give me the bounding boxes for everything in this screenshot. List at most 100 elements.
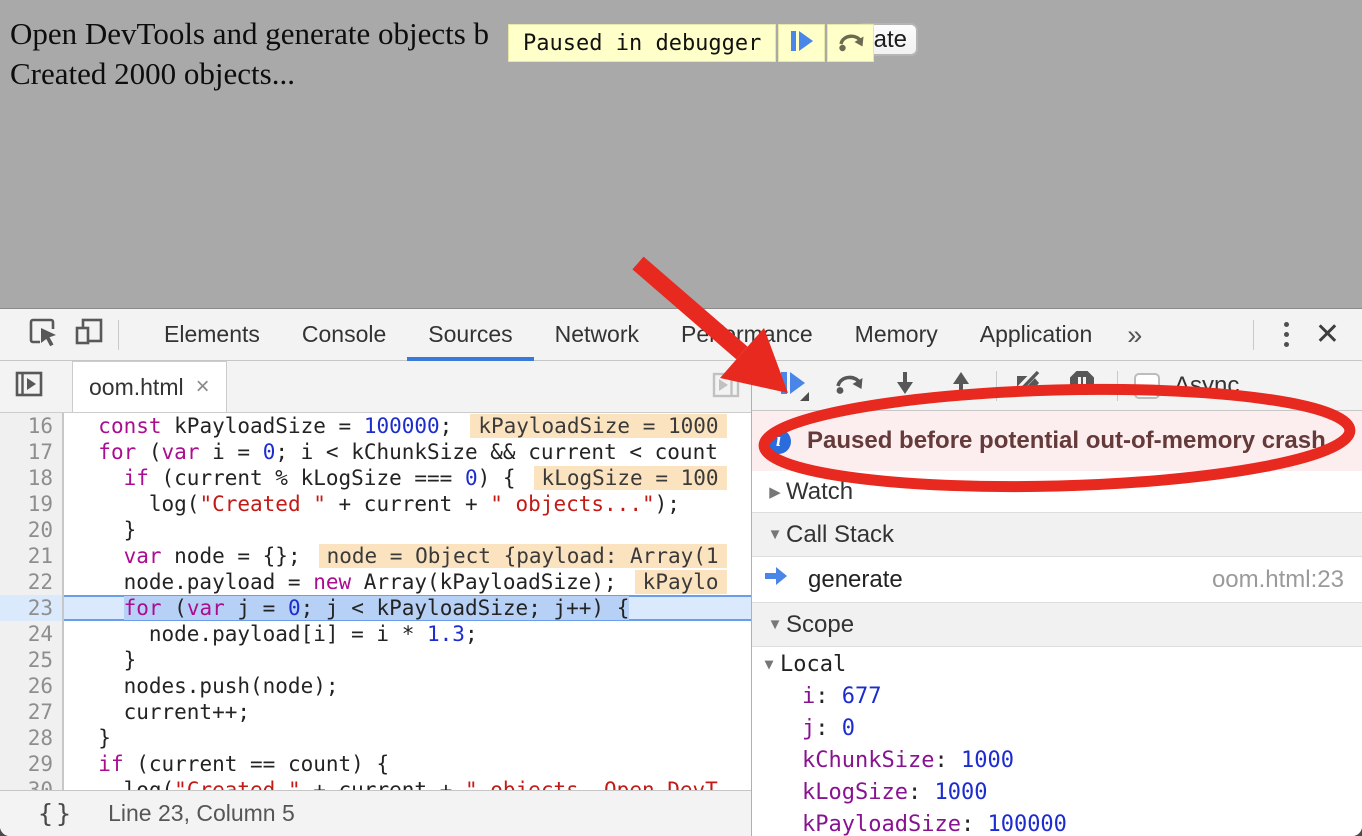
tab-performance[interactable]: Performance (660, 309, 834, 361)
chevron-right-icon[interactable]: ▶ (764, 483, 786, 501)
inspect-cursor-icon (27, 316, 59, 353)
close-devtools-button[interactable]: ✕ (1307, 311, 1362, 359)
inline-eval-hint: kPaylo (635, 570, 727, 594)
code-text[interactable]: var node = {};node = Object {payload: Ar… (64, 543, 751, 569)
code-text[interactable]: node.payload = new Array(kPayloadSize);k… (64, 569, 751, 595)
line-number-gutter[interactable]: 20 (0, 517, 64, 543)
scope-group-local[interactable]: ▼Local (752, 647, 1362, 681)
scope-variable-j[interactable]: j: 0 (752, 713, 1362, 745)
toggle-device-toolbar-button[interactable] (72, 318, 106, 352)
inline-eval-hint: kLogSize = 100 (534, 466, 727, 490)
code-text[interactable]: log("Created " + current + " objects..."… (64, 491, 751, 517)
step-into-button[interactable] (888, 369, 922, 403)
file-tab-oom-html[interactable]: oom.html × (72, 361, 227, 412)
scope-section-title: Scope (786, 611, 854, 639)
scope-section-header[interactable]: ▼ Scope (752, 603, 1362, 647)
line-number-gutter[interactable]: 27 (0, 699, 64, 725)
file-tab-title: oom.html (89, 374, 184, 401)
line-number-gutter[interactable]: 17 (0, 439, 64, 465)
call-stack-frame[interactable]: generate oom.html:23 (752, 557, 1362, 603)
deactivate-breakpoints-icon (1012, 367, 1044, 404)
code-text[interactable]: if (current == count) { (64, 751, 751, 777)
code-text[interactable]: const kPayloadSize = 100000;kPayloadSize… (64, 413, 751, 439)
code-line-17: 17 for (var i = 0; i < kChunkSize && cur… (0, 439, 751, 465)
toast-resume-button[interactable] (778, 24, 825, 62)
tab-console[interactable]: Console (281, 309, 407, 361)
step-out-button[interactable] (944, 369, 978, 403)
line-number-gutter[interactable]: 18 (0, 465, 64, 491)
pretty-print-button[interactable]: {} (38, 799, 74, 828)
tab-application[interactable]: Application (959, 309, 1114, 361)
deactivate-breakpoints-button[interactable] (1011, 369, 1045, 403)
close-tab-icon[interactable]: × (196, 373, 210, 401)
toggle-navigator-button[interactable] (12, 370, 46, 404)
line-number-gutter[interactable]: 21 (0, 543, 64, 569)
code-text[interactable]: for (var i = 0; i < kChunkSize && curren… (64, 439, 751, 465)
tab-network[interactable]: Network (534, 309, 660, 361)
next-editor-button[interactable] (709, 370, 743, 404)
devtools-tab-strip: ElementsConsoleSourcesNetworkPerformance… (143, 309, 1113, 361)
code-line-19: 19 log("Created " + current + " objects.… (0, 491, 751, 517)
code-text[interactable]: node.payload[i] = i * 1.3; (64, 621, 751, 647)
code-text[interactable]: for (var j = 0; j < kPayloadSize; j++) { (64, 595, 751, 621)
line-number-gutter[interactable]: 29 (0, 751, 64, 777)
code-line-27: 27 current++; (0, 699, 751, 725)
code-text[interactable]: } (64, 647, 751, 673)
pause-on-exceptions-button[interactable] (1065, 369, 1099, 403)
code-text[interactable]: log("Created " + current + " objects. Op… (64, 777, 751, 790)
code-text[interactable]: if (current % kLogSize === 0) {kLogSize … (64, 465, 751, 491)
scope-tree: ▼Locali: 677j: 0kChunkSize: 1000kLogSize… (752, 647, 1362, 836)
scope-variable-kPayloadSize[interactable]: kPayloadSize: 100000 (752, 809, 1362, 836)
line-number-gutter[interactable]: 22 (0, 569, 64, 595)
code-text[interactable]: } (64, 517, 751, 543)
line-number-gutter[interactable]: 23 (0, 595, 64, 621)
async-checkbox[interactable] (1134, 373, 1160, 399)
code-text[interactable]: current++; (64, 699, 751, 725)
async-checkbox-label[interactable]: Async (1174, 372, 1239, 400)
editor-pane: oom.html × 16 const kPayloadSize = 10000… (0, 361, 752, 836)
frame-function-name: generate (808, 566, 903, 594)
watch-section-header[interactable]: ▶ Watch (752, 471, 1362, 513)
devtools-menu-button[interactable] (1266, 322, 1307, 347)
next-editor-icon (711, 370, 741, 405)
line-number-gutter[interactable]: 16 (0, 413, 64, 439)
frame-source-location[interactable]: oom.html:23 (1212, 566, 1344, 594)
code-line-22: 22 node.payload = new Array(kPayloadSize… (0, 569, 751, 595)
tab-memory[interactable]: Memory (834, 309, 959, 361)
resume-script-button[interactable] (776, 369, 810, 403)
code-line-25: 25 } (0, 647, 751, 673)
tab-sources[interactable]: Sources (407, 309, 533, 361)
paused-reason-banner: i Paused before potential out-of-memory … (752, 411, 1362, 471)
current-frame-arrow-icon (762, 564, 790, 595)
toast-step-over-button[interactable] (827, 24, 874, 62)
toolbar-separator (1117, 371, 1118, 401)
line-number-gutter[interactable]: 19 (0, 491, 64, 517)
code-line-28: 28 } (0, 725, 751, 751)
step-over-button[interactable] (832, 369, 866, 403)
chevron-down-icon[interactable]: ▼ (764, 616, 786, 633)
line-number-gutter[interactable]: 25 (0, 647, 64, 673)
scope-variable-kChunkSize[interactable]: kChunkSize: 1000 (752, 745, 1362, 777)
inline-eval-hint: node = Object {payload: Array(1 (319, 544, 727, 568)
code-line-20: 20 } (0, 517, 751, 543)
inspect-element-button[interactable] (26, 318, 60, 352)
code-line-16: 16 const kPayloadSize = 100000;kPayloadS… (0, 413, 751, 439)
line-number-gutter[interactable]: 24 (0, 621, 64, 647)
line-number-gutter[interactable]: 30 (0, 777, 64, 790)
more-tabs-button[interactable]: » (1113, 311, 1156, 359)
scope-group-name: Local (780, 652, 846, 677)
chevron-down-icon[interactable]: ▼ (758, 655, 780, 673)
code-editor[interactable]: 16 const kPayloadSize = 100000;kPayloadS… (0, 413, 751, 790)
line-number-gutter[interactable]: 28 (0, 725, 64, 751)
code-text[interactable]: } (64, 725, 751, 751)
line-number-gutter[interactable]: 26 (0, 673, 64, 699)
code-line-23: 23 for (var j = 0; j < kPayloadSize; j++… (0, 595, 751, 621)
call-stack-section-header[interactable]: ▼ Call Stack (752, 513, 1362, 557)
sources-panel-body: oom.html × 16 const kPayloadSize = 10000… (0, 361, 1362, 836)
scope-variable-i[interactable]: i: 677 (752, 681, 1362, 713)
scope-variable-kLogSize[interactable]: kLogSize: 1000 (752, 777, 1362, 809)
chevron-down-icon[interactable]: ▼ (764, 526, 786, 543)
tab-elements[interactable]: Elements (143, 309, 281, 361)
code-line-18: 18 if (current % kLogSize === 0) {kLogSi… (0, 465, 751, 491)
code-text[interactable]: nodes.push(node); (64, 673, 751, 699)
